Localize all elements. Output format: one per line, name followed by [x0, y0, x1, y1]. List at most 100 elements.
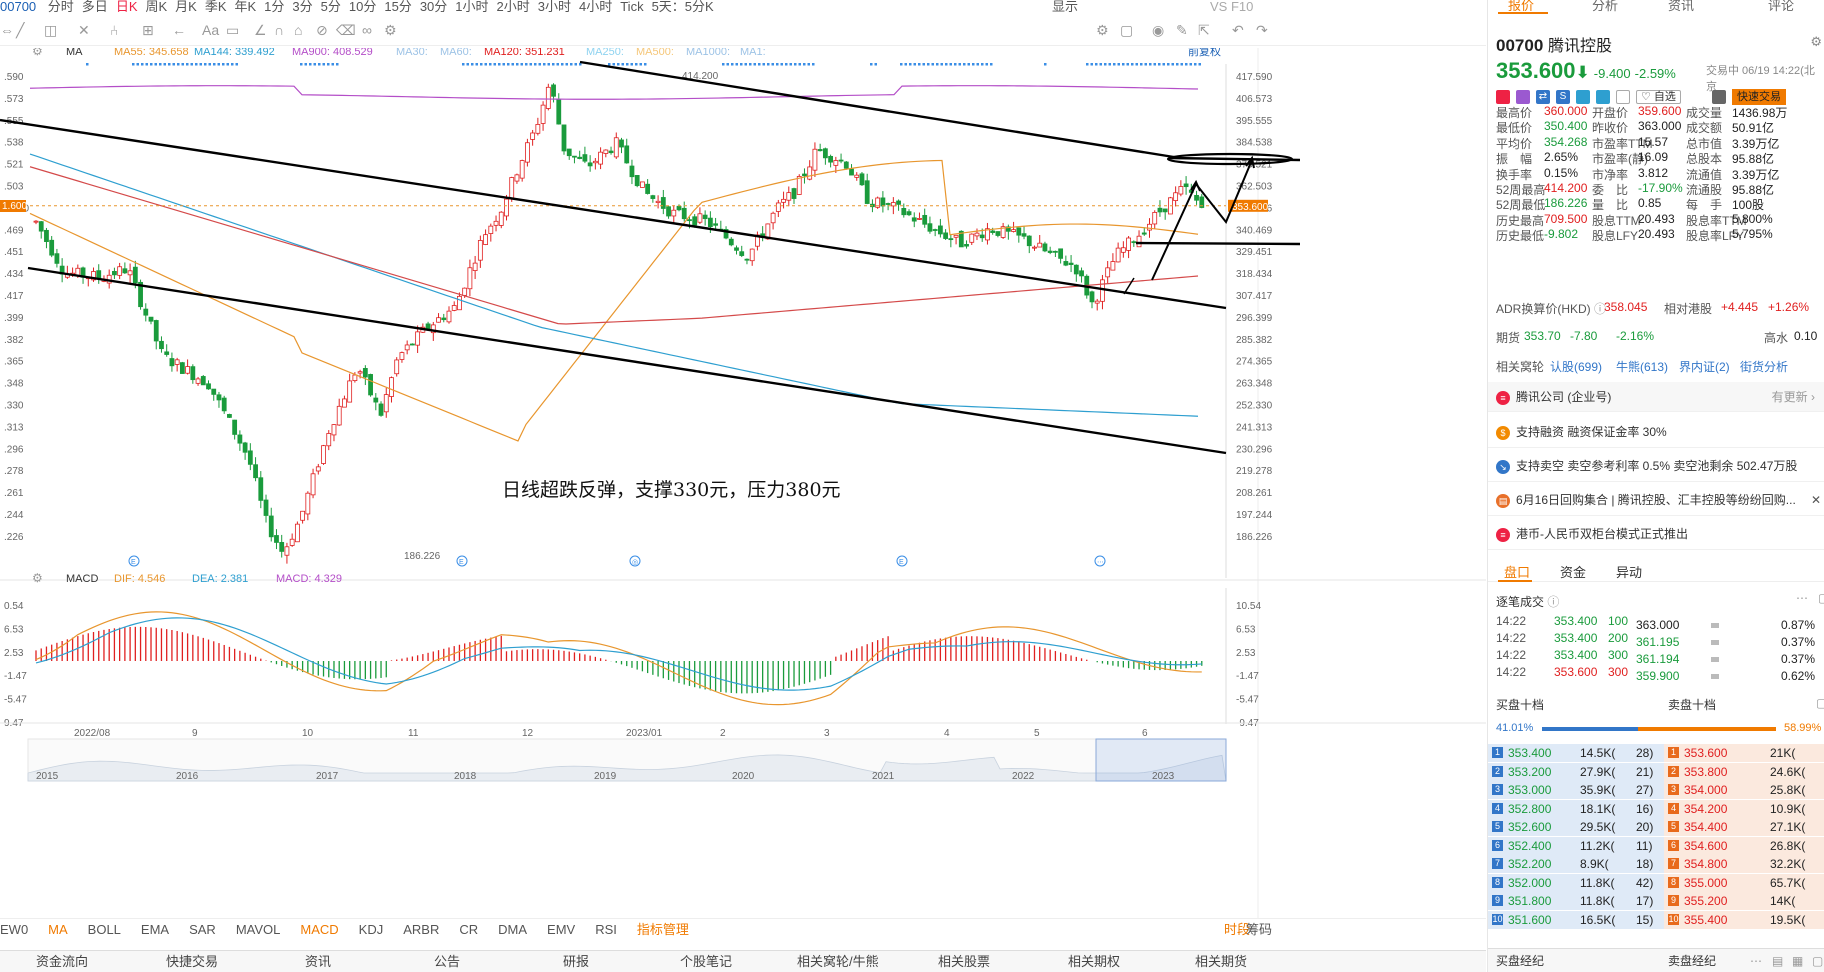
- period-6[interactable]: 年K: [235, 0, 257, 14]
- ma-legend-item[interactable]: MA1000:: [686, 48, 730, 58]
- trendline[interactable]: [0, 118, 1227, 310]
- nav-item-9[interactable]: 相关期货: [1195, 951, 1247, 972]
- link-icon[interactable]: ∞: [362, 23, 372, 37]
- period-7[interactable]: 1分: [264, 0, 284, 14]
- tab-orderbook[interactable]: 盘口: [1504, 562, 1530, 581]
- list-icon[interactable]: ▤: [1772, 949, 1783, 972]
- ma-legend-item[interactable]: MA120: 351.231: [484, 48, 565, 58]
- rect-tool-icon[interactable]: ◫: [44, 23, 57, 37]
- tab-news[interactable]: 资讯: [1668, 0, 1694, 12]
- indicator-0[interactable]: EW0: [0, 919, 28, 941]
- period-10[interactable]: 10分: [349, 0, 376, 14]
- period-12[interactable]: 30分: [420, 0, 447, 14]
- more-icon[interactable]: ⋯: [1796, 591, 1808, 605]
- indicator-12[interactable]: RSI: [595, 919, 617, 941]
- trendline[interactable]: [1135, 241, 1301, 246]
- more-icon[interactable]: ⋯: [1750, 949, 1762, 972]
- orderbook-row[interactable]: 7 352.200 8.9K(18) 7 354.800 32.2K(: [1488, 855, 1824, 873]
- event-marker[interactable]: E: [456, 555, 468, 567]
- inline-warrant-link[interactable]: 界内证(2): [1679, 358, 1730, 375]
- outstanding-analysis-link[interactable]: 街货分析: [1740, 358, 1788, 375]
- trendline[interactable]: [579, 60, 1181, 160]
- period-2[interactable]: 日K: [116, 0, 138, 14]
- bid-broker-tab[interactable]: 买盘经纪: [1496, 949, 1544, 972]
- period-18[interactable]: 5天：5分K: [652, 0, 714, 14]
- ma-legend-item[interactable]: MA1:: [740, 48, 766, 58]
- quick-trade-button[interactable]: 快速交易: [1732, 89, 1786, 105]
- macd-label[interactable]: MACD: [66, 573, 98, 585]
- undo-icon[interactable]: ↶: [1232, 23, 1244, 37]
- arrow-tool-icon[interactable]: ←: [172, 23, 186, 37]
- gear-icon[interactable]: ⚙: [1810, 34, 1822, 50]
- ask-broker-tab[interactable]: 卖盘经纪: [1668, 949, 1716, 972]
- period-4[interactable]: 月K: [175, 0, 197, 14]
- period-14[interactable]: 2小时: [497, 0, 530, 14]
- indicator-3[interactable]: EMA: [141, 919, 169, 941]
- orderbook-row[interactable]: 6 352.400 11.2K(11) 6 354.600 26.8K(: [1488, 836, 1824, 855]
- nav-item-6[interactable]: 相关窝轮/牛熊: [797, 951, 879, 972]
- nav-item-1[interactable]: 快捷交易: [166, 951, 218, 972]
- news-item-3[interactable]: ▤ 6月16日回购集合 | 腾讯控股、汇丰控股等纷纷回购... ✕: [1488, 484, 1824, 516]
- ma-legend-item[interactable]: MA55: 345.658: [114, 48, 189, 58]
- pitchfork-icon[interactable]: ⑃: [110, 23, 118, 37]
- ma-legend-item[interactable]: MA500:: [636, 48, 674, 58]
- event-marker[interactable]: E: [896, 555, 908, 567]
- hide-icon[interactable]: ⊘: [316, 23, 328, 37]
- chart-icon[interactable]: [1576, 90, 1590, 104]
- lock-icon[interactable]: ⌂: [294, 23, 302, 37]
- indicator-1[interactable]: MA: [48, 919, 68, 941]
- news-item-4[interactable]: ≡ 港币-人民币双柜台模式正式推出: [1488, 518, 1824, 550]
- line-tool-icon[interactable]: ╱: [16, 23, 24, 37]
- nav-item-0[interactable]: 资金流向: [36, 951, 88, 972]
- layout-icon[interactable]: ▢: [1120, 23, 1133, 37]
- orderbook-row[interactable]: 1 353.400 14.5K(28) 1 353.600 21K(: [1488, 744, 1824, 762]
- event-marker[interactable]: E: [128, 555, 140, 567]
- vs-f10-button[interactable]: VS F10: [1210, 0, 1253, 14]
- orderbook-row[interactable]: 3 353.000 35.9K(27) 3 354.000 25.8K(: [1488, 781, 1824, 799]
- info-icon[interactable]: ⓘ: [1547, 595, 1559, 609]
- doc-icon[interactable]: [1596, 90, 1610, 104]
- expand-icon[interactable]: ▢: [1812, 949, 1823, 972]
- cursor-icon[interactable]: ⇔: [0, 23, 14, 37]
- indicator-6[interactable]: MACD: [300, 919, 338, 941]
- nav-item-8[interactable]: 相关期权: [1068, 951, 1120, 972]
- ma-legend-item[interactable]: MA30:: [396, 48, 428, 58]
- settings-icon[interactable]: ⚙: [1096, 23, 1109, 37]
- ma-legend-item[interactable]: MA60:: [440, 48, 472, 58]
- period-11[interactable]: 15分: [384, 0, 411, 14]
- tab-quote[interactable]: 报价: [1508, 0, 1534, 12]
- tab-analysis[interactable]: 分析: [1592, 0, 1618, 12]
- measure-icon[interactable]: ⊞: [142, 23, 154, 37]
- trash-icon[interactable]: ⌫: [336, 23, 356, 37]
- gear-icon[interactable]: ⚙: [32, 48, 43, 58]
- orderbook-row[interactable]: 5 352.600 29.5K(20) 5 354.400 27.1K(: [1488, 818, 1824, 836]
- indicator-10[interactable]: DMA: [498, 919, 527, 941]
- indicator-5[interactable]: MAVOL: [236, 919, 281, 941]
- event-marker[interactable]: ◎: [629, 555, 641, 567]
- indicator-4[interactable]: SAR: [189, 919, 216, 941]
- indicator-13[interactable]: 指标管理: [637, 919, 689, 941]
- period-17[interactable]: Tick: [620, 0, 643, 14]
- stock-connect-icon[interactable]: ⇄: [1536, 90, 1550, 104]
- period-13[interactable]: 1小时: [455, 0, 488, 14]
- redo-icon[interactable]: ↷: [1256, 23, 1268, 37]
- tab-movement[interactable]: 异动: [1616, 562, 1642, 581]
- add-favorite-button[interactable]: ♡ 自选: [1636, 90, 1681, 104]
- indicator-2[interactable]: BOLL: [88, 919, 121, 941]
- expand-icon[interactable]: ▢: [1818, 591, 1824, 605]
- period-0[interactable]: 分时: [48, 0, 74, 14]
- orderbook-row[interactable]: 2 353.200 27.9K(21) 2 353.800 24.6K(: [1488, 762, 1824, 781]
- period-15[interactable]: 3小时: [538, 0, 571, 14]
- gear-icon[interactable]: ⚙: [384, 23, 397, 37]
- kline-chart[interactable]: ⚙ MA MA55: 345.658 MA144: 339.492 MA900: 408…: [0, 48, 1486, 918]
- orderbook-row[interactable]: 4 352.800 18.1K(16) 4 354.200 10.9K(: [1488, 799, 1824, 818]
- indicator-9[interactable]: CR: [459, 919, 478, 941]
- company-row[interactable]: ≡ 腾讯公司 (企业号) 有更新 ›: [1488, 382, 1824, 412]
- orderbook-row[interactable]: 10 351.600 16.5K(15) 10 355.400 19.5K(: [1488, 910, 1824, 929]
- nav-item-2[interactable]: 资讯: [305, 951, 331, 972]
- chart-annotation[interactable]: 日线超跌反弹，支撑330元，压力380元: [502, 479, 841, 501]
- period-3[interactable]: 周K: [145, 0, 167, 14]
- ma-legend-item[interactable]: MA900: 408.529: [292, 48, 373, 58]
- fib-tool-icon[interactable]: ✕: [78, 23, 90, 37]
- short-sell-icon[interactable]: S: [1556, 90, 1570, 104]
